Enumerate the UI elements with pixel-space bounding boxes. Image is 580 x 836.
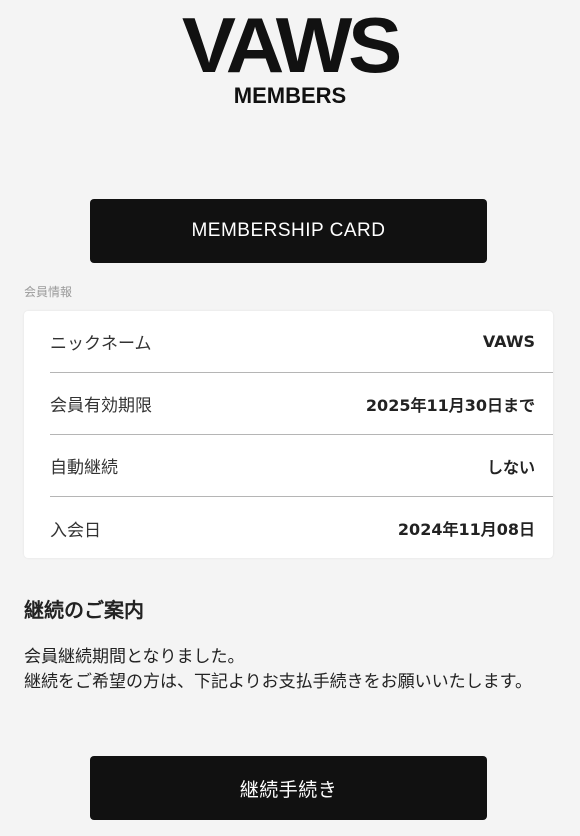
- page: VAWS MEMBERS MEMBERSHIP CARD 会員情報 ニックネーム…: [0, 0, 580, 836]
- info-value: 2025年11月30日まで: [365, 395, 535, 415]
- info-value: しない: [486, 457, 535, 477]
- info-row-nickname: ニックネーム VAWS: [50, 311, 553, 373]
- vaws-members-logo: VAWS MEMBERS: [0, 6, 580, 108]
- member-info-section-label: 会員情報: [24, 285, 73, 299]
- info-row-join-date: 入会日 2024年11月08日: [50, 497, 553, 559]
- logo-main-text: VAWS: [181, 1, 402, 89]
- info-label: ニックネーム: [50, 334, 152, 354]
- renewal-procedure-button[interactable]: 継続手続き: [90, 756, 487, 820]
- info-value: VAWS: [482, 332, 535, 351]
- info-label: 入会日: [50, 520, 101, 541]
- info-value: 2024年11月08日: [397, 520, 535, 539]
- info-label: 会員有効期限: [50, 396, 152, 416]
- info-row-expiry: 会員有効期限 2025年11月30日まで: [50, 373, 553, 435]
- renewal-text-line: 会員継続期間となりました。: [24, 647, 245, 667]
- membership-card-button[interactable]: MEMBERSHIP CARD: [90, 199, 487, 263]
- renewal-description: 会員継続期間となりました。 継続をご希望の方は、下記よりお支払手続きをお願いいた…: [24, 645, 564, 695]
- renewal-heading: 継続のご案内: [24, 598, 144, 622]
- info-label: 自動継続: [50, 458, 118, 478]
- info-row-auto-renew: 自動継続 しない: [50, 435, 553, 497]
- renewal-text-line: 継続をご希望の方は、下記よりお支払手続きをお願いいたします。: [24, 672, 532, 692]
- member-info-card: ニックネーム VAWS 会員有効期限 2025年11月30日まで 自動継続 しな…: [24, 311, 553, 558]
